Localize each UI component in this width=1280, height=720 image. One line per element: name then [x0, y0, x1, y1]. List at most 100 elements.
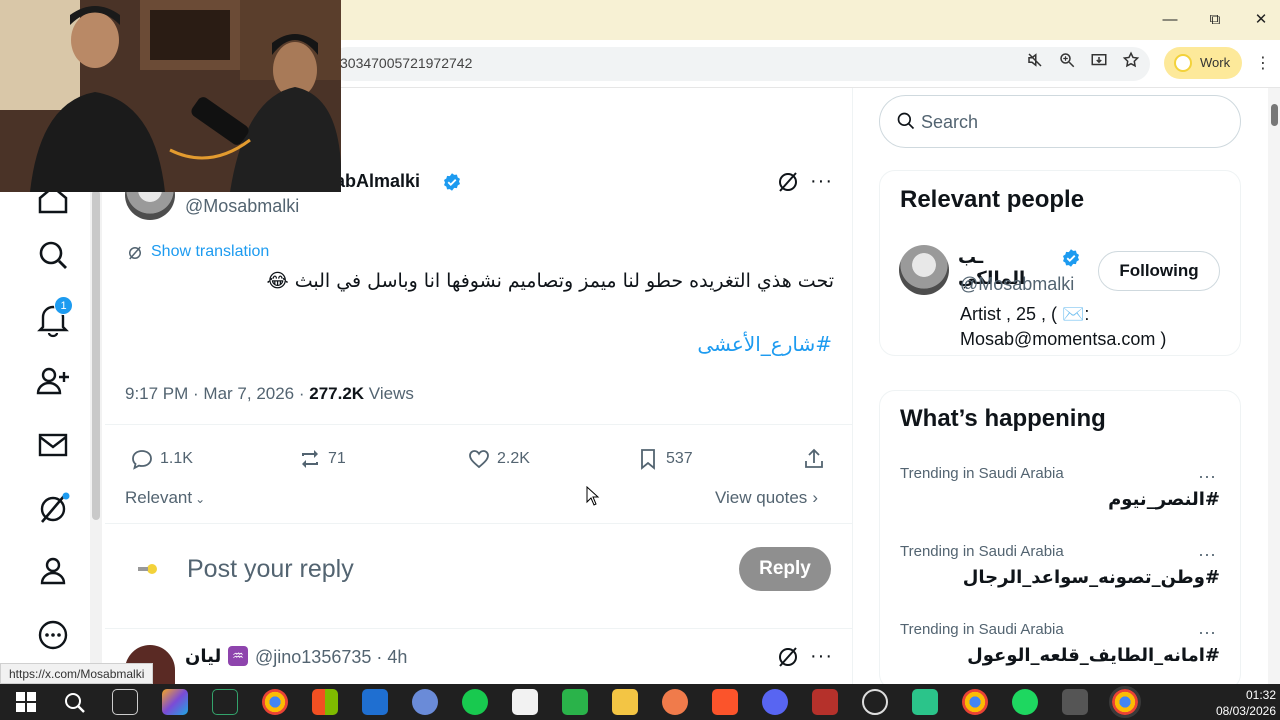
- teal-app-icon[interactable]: [912, 689, 938, 715]
- spotify-icon[interactable]: [1012, 689, 1038, 715]
- tweet-timestamp-views: 9:17 PM · Mar 7, 2026 · 277.2K Views: [125, 384, 414, 404]
- reply-grok-icon[interactable]: [776, 645, 800, 674]
- install-app-icon[interactable]: [1086, 51, 1112, 77]
- terminal-app-icon[interactable]: [562, 689, 588, 715]
- reply-avatar-logo-icon: [136, 560, 162, 578]
- reply-author-handle[interactable]: @jino1356735: [255, 647, 371, 667]
- following-button[interactable]: Following: [1098, 251, 1220, 291]
- search-input[interactable]: Search: [921, 112, 978, 133]
- webcam-overlay: [0, 0, 341, 192]
- restore-icon[interactable]: ⧉: [1200, 8, 1230, 32]
- windows-taskbar: [0, 684, 1280, 720]
- reply-more-icon[interactable]: ···: [810, 645, 833, 668]
- trend-name[interactable]: #وطن_تصونه_سواعد_الرجال: [900, 567, 1220, 588]
- discord-icon[interactable]: [762, 689, 788, 715]
- spiral-app-icon[interactable]: [662, 689, 688, 715]
- trend-more-icon[interactable]: ···: [1198, 544, 1216, 565]
- task-view-icon[interactable]: [112, 689, 138, 715]
- url-text[interactable]: 30347005721972742: [340, 55, 472, 71]
- grok-icon[interactable]: [30, 486, 76, 532]
- views-count: 277.2K: [309, 384, 365, 403]
- tracking-blocked-icon[interactable]: [1022, 51, 1048, 77]
- trend-name[interactable]: #امانه_الطايف_قلعه_الوعول: [900, 645, 1220, 666]
- zodiac-emoji-icon: ♒: [228, 646, 248, 666]
- relevant-person-handle[interactable]: @Mosabmalki: [960, 274, 1074, 295]
- relevant-person-bio-line1: Artist , 25 , ( ✉️:: [960, 304, 1090, 324]
- bookmark-action[interactable]: 537: [636, 446, 693, 472]
- chevron-right-icon: ›: [812, 488, 818, 507]
- relevant-person-bio-line2: Mosab@momentsa.com ): [960, 329, 1167, 349]
- close-icon[interactable]: ✕: [1246, 8, 1276, 32]
- chrome-active-icon[interactable]: [1109, 686, 1141, 718]
- divider: [105, 424, 853, 425]
- trend-name[interactable]: #النصر_نيوم: [900, 489, 1220, 510]
- xbox-app-icon[interactable]: [212, 689, 238, 715]
- start-windows-icon[interactable]: [15, 691, 37, 718]
- browser-menu-icon[interactable]: ⋮: [1250, 51, 1276, 77]
- file-icon[interactable]: [512, 689, 538, 715]
- retweet-count: 71: [328, 450, 346, 467]
- retweet-action[interactable]: 71: [298, 446, 346, 472]
- divider: [105, 523, 853, 524]
- views-label: Views: [364, 384, 414, 403]
- sort-label: Relevant: [125, 488, 193, 507]
- reply-action[interactable]: 1.1K: [130, 446, 193, 472]
- trend-more-icon[interactable]: ···: [1198, 622, 1216, 643]
- divider: [105, 628, 853, 629]
- minimize-icon[interactable]: —: [1155, 8, 1185, 32]
- heart-icon: [469, 450, 489, 469]
- page-scrollbar[interactable]: [1271, 104, 1278, 126]
- mail-app-icon[interactable]: [362, 689, 388, 715]
- trend-more-icon[interactable]: ···: [1198, 466, 1216, 487]
- messages-mail-icon[interactable]: [30, 422, 76, 468]
- mouse-cursor-icon: [586, 485, 600, 511]
- relevant-person-avatar[interactable]: [899, 245, 949, 295]
- profile-button[interactable]: Work: [1164, 47, 1242, 79]
- green-app-icon[interactable]: [462, 689, 488, 715]
- like-action[interactable]: 2.2K: [467, 446, 530, 472]
- main-scrollbar[interactable]: [92, 190, 100, 520]
- trend-context: Trending in Saudi Arabia: [900, 621, 1064, 638]
- taskbar-clock[interactable]: 01:32 08/03/2026: [1206, 687, 1276, 719]
- chrome-profile-icon[interactable]: [962, 689, 988, 715]
- store-icon[interactable]: [312, 689, 338, 715]
- paint-app-icon[interactable]: [412, 689, 438, 715]
- reply-author-name[interactable]: ليان: [185, 646, 221, 667]
- red-app-icon[interactable]: [812, 689, 838, 715]
- search-box[interactable]: Search: [879, 95, 1241, 148]
- more-options-icon[interactable]: [30, 612, 76, 658]
- grok-explain-icon[interactable]: [776, 170, 800, 199]
- tweet-time[interactable]: 9:17 PM · Mar 7, 2026 ·: [125, 384, 309, 403]
- brave-icon[interactable]: [712, 689, 738, 715]
- verified-badge-icon: [1061, 248, 1081, 273]
- whats-happening-title: What’s happening: [900, 405, 1106, 432]
- profile-person-icon[interactable]: [30, 548, 76, 594]
- reply-button[interactable]: Reply: [739, 547, 831, 591]
- zoom-icon[interactable]: [1054, 51, 1080, 77]
- view-quotes-label: View quotes: [715, 488, 808, 507]
- view-quotes-link[interactable]: View quotes ›: [715, 488, 818, 508]
- app-icon[interactable]: [1062, 689, 1088, 715]
- chrome-icon[interactable]: [262, 689, 288, 715]
- clock-date: 08/03/2026: [1215, 704, 1276, 718]
- explore-search-icon[interactable]: [30, 232, 76, 278]
- page-scroll-track: [1268, 88, 1280, 684]
- file-explorer-icon[interactable]: [612, 689, 638, 715]
- obs-icon[interactable]: [862, 689, 888, 715]
- copilot-icon[interactable]: [162, 689, 188, 715]
- share-icon[interactable]: [802, 446, 826, 472]
- sort-replies-dropdown[interactable]: Relevant ⌄: [125, 488, 205, 508]
- bookmark-star-icon[interactable]: [1118, 51, 1144, 77]
- search-icon: [896, 111, 916, 136]
- reply-count: 1.1K: [160, 450, 193, 467]
- retweet-icon: [302, 450, 318, 468]
- trend-context: Trending in Saudi Arabia: [900, 543, 1064, 560]
- reply-time[interactable]: 4h: [387, 647, 407, 667]
- tweet-more-icon[interactable]: ···: [810, 170, 833, 193]
- show-translation-link[interactable]: Show translation: [151, 243, 269, 261]
- follow-people-icon[interactable]: [30, 358, 76, 404]
- reply-input[interactable]: Post your reply: [187, 555, 354, 584]
- author-handle[interactable]: @Mosabmalki: [185, 196, 299, 217]
- tweet-hashtag-link[interactable]: #شارع_الأعشى: [560, 332, 832, 356]
- taskbar-search-icon[interactable]: [63, 691, 87, 720]
